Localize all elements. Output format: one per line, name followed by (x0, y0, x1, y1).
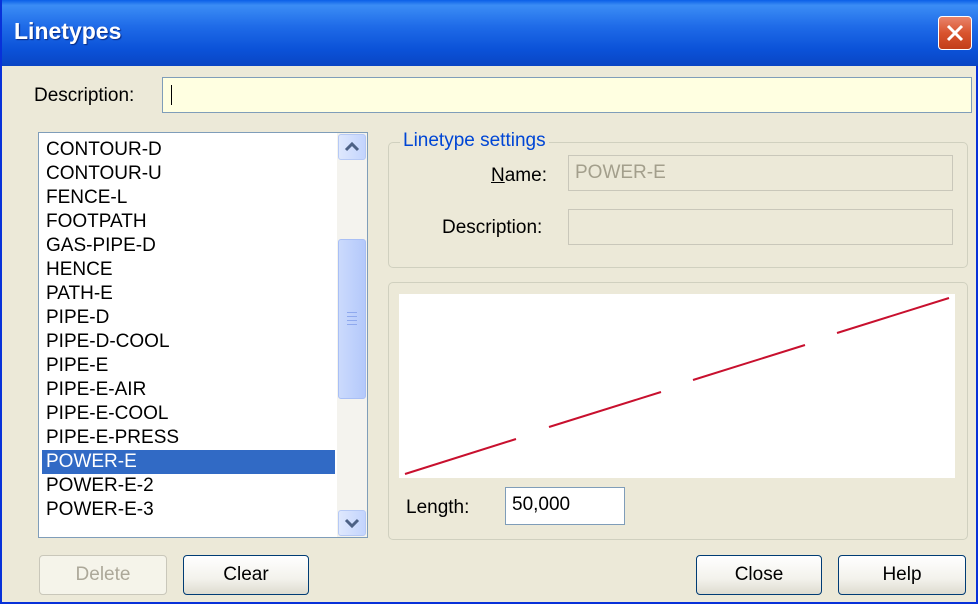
name-field[interactable]: POWER-E (568, 155, 953, 191)
linetype-list-item[interactable]: GAS-PIPE-D (42, 234, 335, 258)
close-window-button[interactable] (938, 16, 972, 50)
text-caret (171, 85, 172, 105)
dash-segment (548, 391, 662, 428)
linetype-list-item[interactable]: POWER-E-3 (42, 498, 335, 522)
settings-description-field[interactable] (568, 209, 953, 245)
dash-segment (836, 297, 950, 334)
length-label: Length: (406, 497, 470, 518)
grip-line (347, 316, 357, 317)
linetype-list: CONTOUR-D CONTOUR-U FENCE-L FOOTPATH GAS-PIP… (42, 138, 335, 522)
length-input[interactable]: 50,000 (505, 487, 625, 525)
linetype-list-item[interactable]: HENCE (42, 258, 335, 282)
description-input[interactable] (162, 77, 972, 113)
linetype-list-item[interactable]: POWER-E (42, 450, 335, 474)
dash-segment (404, 438, 517, 475)
close-button[interactable]: Close (696, 555, 822, 595)
linetype-list-item[interactable]: PIPE-E-PRESS (42, 426, 335, 450)
grip-line (347, 312, 357, 313)
window-title: Linetypes (14, 18, 122, 44)
clear-button[interactable]: Clear (183, 555, 309, 595)
linetype-settings-label: Linetype settings (400, 130, 549, 152)
delete-button[interactable]: Delete (39, 555, 167, 595)
title-bar[interactable]: Linetypes (2, 0, 978, 66)
help-button[interactable]: Help (838, 555, 966, 595)
linetype-list-item[interactable]: FENCE-L (42, 186, 335, 210)
scroll-thumb[interactable] (338, 239, 366, 399)
linetype-preview-drawing (404, 297, 950, 475)
chevron-up-icon (344, 141, 360, 152)
grip-line (347, 324, 357, 325)
linetypes-dialog: Linetypes Description: CONTOUR-D CONTOUR-… (0, 0, 978, 604)
description-label: Description: (34, 85, 135, 106)
linetype-list-item[interactable]: PIPE-D-COOL (42, 330, 335, 354)
linetype-list-item[interactable]: CONTOUR-U (42, 162, 335, 186)
chevron-down-icon (344, 518, 360, 529)
linetype-list-item[interactable]: PIPE-E-AIR (42, 378, 335, 402)
linetype-list-item[interactable]: FOOTPATH (42, 210, 335, 234)
settings-description-label: Description: (442, 217, 543, 238)
linetype-list-item[interactable]: PIPE-E-COOL (42, 402, 335, 426)
scroll-up-button[interactable] (338, 134, 366, 160)
grip-line (347, 320, 357, 321)
linetype-list-item[interactable]: CONTOUR-D (42, 138, 335, 162)
name-label: Name: (491, 165, 547, 186)
linetype-list-item[interactable]: PATH-E (42, 282, 335, 306)
scroll-down-button[interactable] (338, 510, 366, 536)
linetype-list-item[interactable]: PIPE-E (42, 354, 335, 378)
list-scrollbar[interactable] (337, 133, 367, 537)
linetype-preview (399, 294, 955, 478)
close-icon (946, 24, 964, 42)
linetype-list-item[interactable]: PIPE-D (42, 306, 335, 330)
dash-segment (692, 344, 806, 381)
linetype-list-item[interactable]: POWER-E-2 (42, 474, 335, 498)
linetype-listbox[interactable]: CONTOUR-D CONTOUR-U FENCE-L FOOTPATH GAS-PIP… (38, 132, 368, 538)
